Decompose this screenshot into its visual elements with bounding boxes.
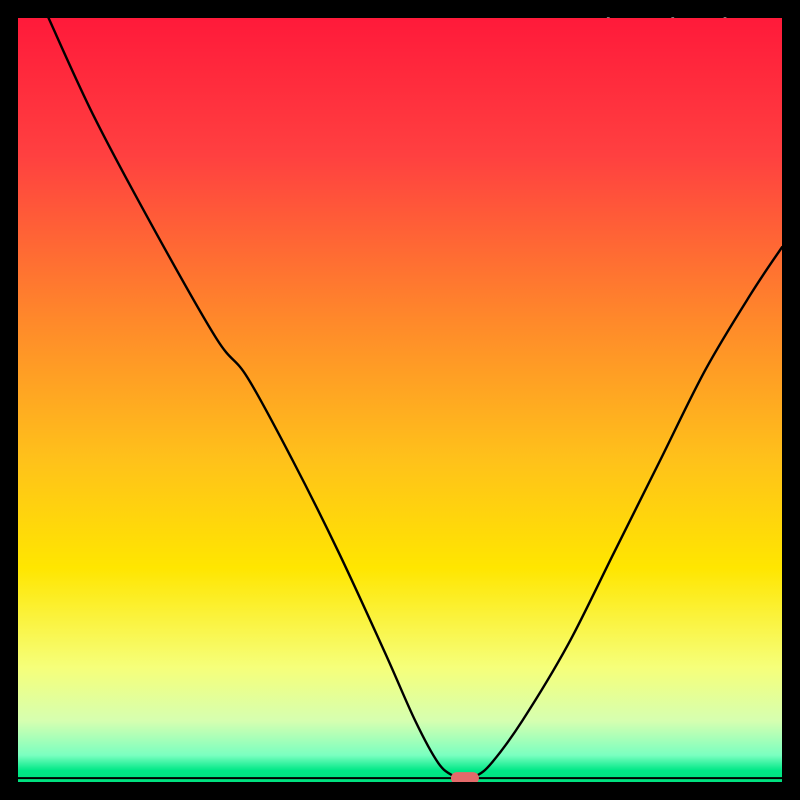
gradient-background bbox=[18, 18, 782, 782]
bottleneck-chart bbox=[18, 18, 782, 782]
chart-frame: TheBottleneck.com bbox=[18, 18, 782, 782]
optimal-marker bbox=[451, 772, 479, 782]
